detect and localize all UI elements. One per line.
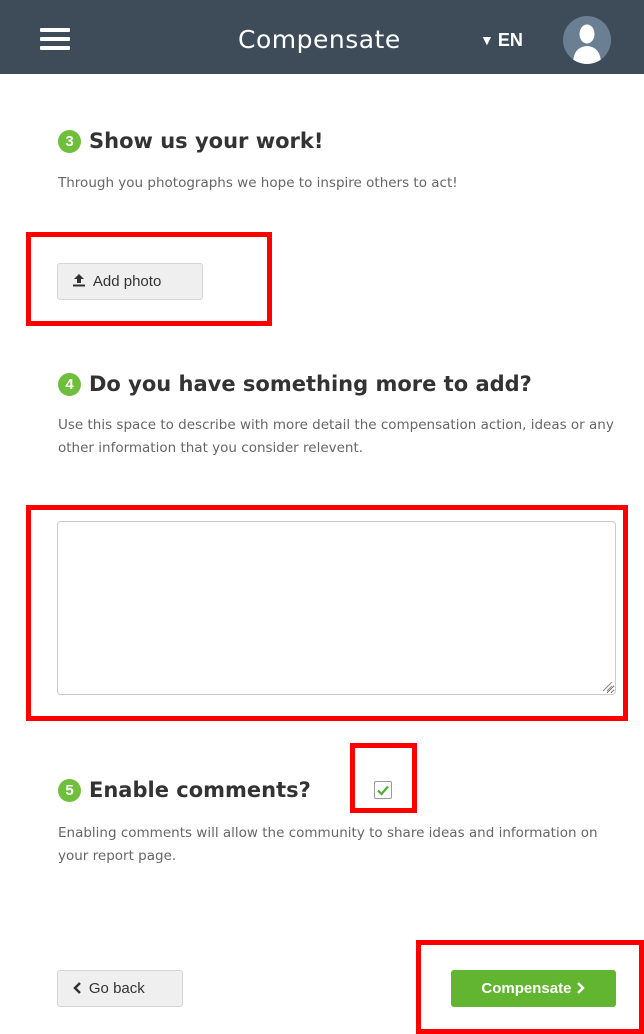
top-header: Compensate ▼ EN xyxy=(0,0,644,74)
highlight-checkbox xyxy=(350,743,417,813)
section-3-heading: 3 Show us your work! xyxy=(58,129,323,153)
section-5-heading: 5 Enable comments? xyxy=(58,778,311,802)
section-4-title: Do you have something more to add? xyxy=(89,372,532,396)
user-avatar-icon[interactable] xyxy=(563,16,611,64)
chevron-left-icon xyxy=(72,980,86,996)
highlight-add-photo xyxy=(26,232,272,326)
highlight-textarea xyxy=(26,505,628,721)
highlight-submit xyxy=(416,940,644,1034)
section-3-description: Through you photographs we hope to inspi… xyxy=(58,175,458,191)
step-4-badge: 4 xyxy=(58,373,81,396)
language-selector[interactable]: ▼ EN xyxy=(480,22,523,58)
section-5-title: Enable comments? xyxy=(89,778,311,802)
step-3-badge: 3 xyxy=(58,130,81,153)
step-5-badge: 5 xyxy=(58,779,81,802)
section-4-heading: 4 Do you have something more to add? xyxy=(58,372,532,396)
section-5-description: Enabling comments will allow the communi… xyxy=(58,825,598,864)
section-3-title: Show us your work! xyxy=(89,129,324,153)
go-back-label: Go back xyxy=(88,980,145,997)
language-label: EN xyxy=(497,30,523,50)
go-back-button[interactable]: Go back xyxy=(57,970,183,1007)
hamburger-menu-icon[interactable] xyxy=(40,28,70,50)
section-4-description: Use this space to describe with more det… xyxy=(58,417,614,456)
page-title: Compensate xyxy=(238,25,401,54)
dropdown-arrow-icon: ▼ xyxy=(480,32,494,48)
